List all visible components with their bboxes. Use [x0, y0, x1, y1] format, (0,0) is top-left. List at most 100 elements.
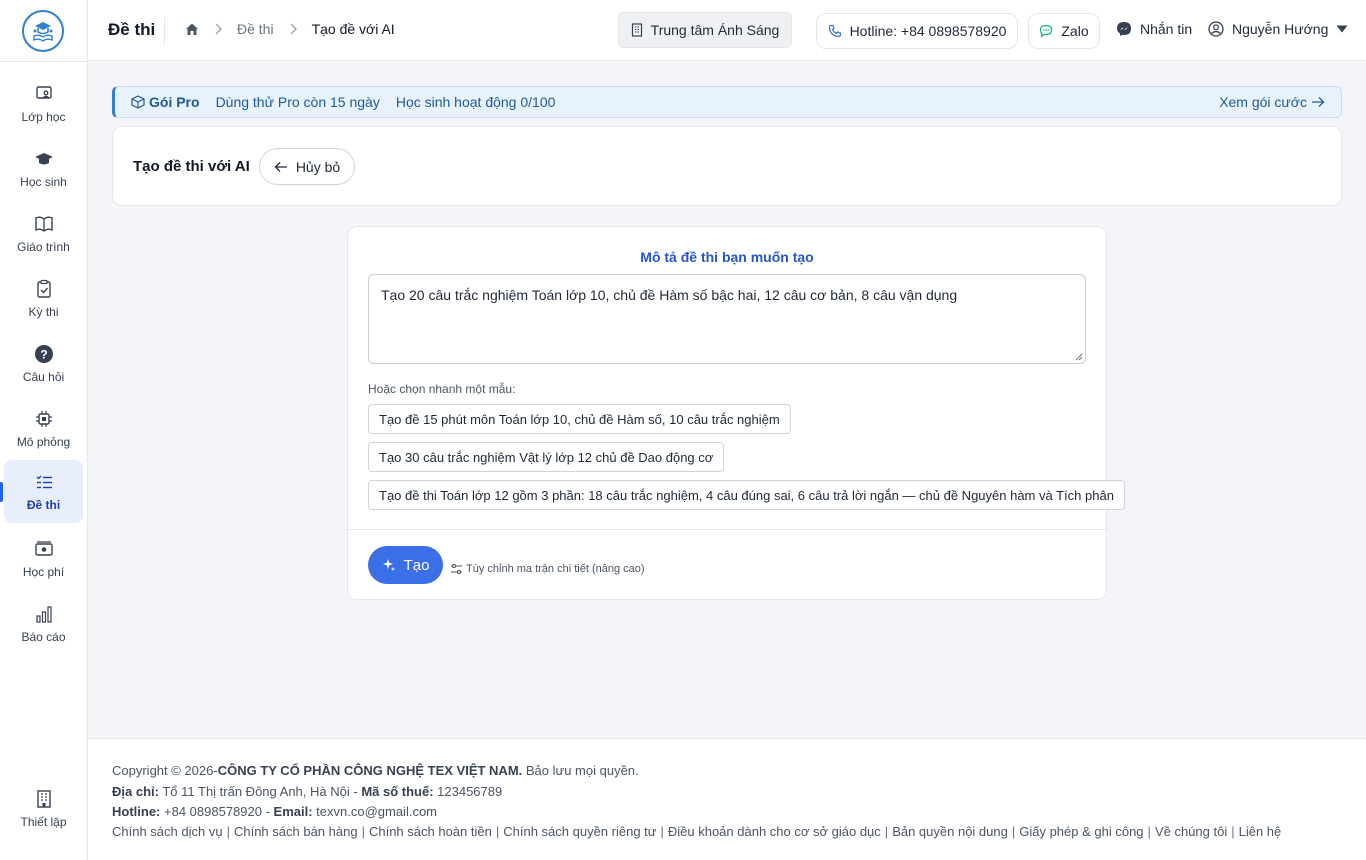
footer-email: texvn.co@gmail.com: [312, 804, 438, 819]
view-plans-link[interactable]: Xem gói cước: [1219, 94, 1325, 110]
list-icon: [36, 475, 52, 488]
sliders-icon: [451, 563, 462, 575]
sidebar-item-fees[interactable]: Học phí: [4, 527, 83, 590]
book-icon: [34, 216, 53, 232]
prompt-textarea[interactable]: Tạo 20 câu trắc nghiệm Toán lớp 10, chủ …: [368, 274, 1086, 364]
footer-link[interactable]: Về chúng tôi: [1155, 824, 1227, 839]
sidebar: Lớp học Học sinh Giáo trình Kỳ thi ? Câu…: [0, 0, 88, 860]
footer-link[interactable]: Giấy phép & ghi công: [1019, 824, 1143, 839]
form-heading: Mô tả đề thi bạn muốn tạo: [640, 249, 814, 265]
template-chip[interactable]: Tạo 30 câu trắc nghiệm Vật lý lớp 12 chủ…: [368, 442, 725, 472]
sidebar-item-simulation[interactable]: Mô phỏng: [4, 397, 83, 460]
chevron-right-icon: [290, 23, 297, 35]
footer-link[interactable]: Chính sách dịch vụ: [112, 824, 223, 839]
sidebar-item-questions[interactable]: ? Câu hỏi: [4, 332, 83, 395]
footer-links: Chính sách dịch vụ | Chính sách bán hàng |…: [112, 824, 1282, 839]
footer-hotline: +84 0898578920 -: [160, 804, 274, 819]
footer-link[interactable]: Điều khoản dành cho cơ sở giáo dục: [668, 824, 881, 839]
footer-address: Địa chỉ: Tổ 11 Thị trấn Đông Anh, Hà Nội…: [112, 784, 502, 799]
advanced-label: Tùy chỉnh ma trận chi tiết (nâng cao): [466, 563, 645, 575]
center-selector-button[interactable]: Trung tâm Ánh Sáng: [618, 12, 792, 48]
trial-status: Dùng thử Pro còn 15 ngày: [215, 94, 380, 110]
sidebar-item-label: Giáo trình: [17, 239, 70, 254]
rights-text: Bảo lưu mọi quyền.: [522, 763, 639, 778]
ai-exam-form: Mô tả đề thi bạn muốn tạo Tạo 20 câu trắ…: [347, 226, 1125, 600]
sidebar-item-exams[interactable]: Kỳ thi: [4, 267, 83, 330]
prompt-value: Tạo 20 câu trắc nghiệm Toán lớp 10, chủ …: [381, 287, 958, 303]
card-title: Tạo đề thi với AI: [133, 158, 250, 175]
breadcrumb: Đề thi Tạo đề với AI: [185, 21, 395, 37]
logo[interactable]: [22, 10, 64, 52]
arrow-left-icon: [274, 161, 287, 172]
sparkles-icon: [382, 559, 395, 571]
sidebar-item-tests[interactable]: Đề thi: [4, 460, 83, 523]
sidebar-item-students[interactable]: Học sinh: [4, 137, 83, 200]
address-text: Tổ 11 Thị trấn Đông Anh, Hà Nội -: [158, 784, 362, 799]
zalo-button[interactable]: Zalo: [1028, 13, 1100, 49]
sidebar-item-curriculum[interactable]: Giáo trình: [4, 202, 83, 265]
settings-label: Thiết lập: [20, 814, 67, 829]
home-icon[interactable]: [185, 22, 199, 36]
page-title-card: Tạo đề thi với AI Hủy bỏ: [112, 126, 1342, 206]
create-label: Tạo: [403, 556, 430, 574]
messenger-icon: [1117, 22, 1131, 36]
plan-name: Gói Pro: [149, 94, 200, 110]
hotline-button[interactable]: Hotline: +84 0898578920: [816, 13, 1018, 49]
sidebar-item-settings[interactable]: Thiết lập: [4, 777, 83, 840]
sidebar-item-label: Kỳ thi: [28, 304, 59, 319]
sidebar-item-label: Học phí: [22, 564, 65, 579]
footer-link[interactable]: Chính sách bán hàng: [234, 824, 358, 839]
phone-icon: [828, 24, 841, 38]
sidebar-item-reports[interactable]: Báo cáo: [4, 592, 83, 655]
resize-handle-icon[interactable]: [1075, 353, 1083, 361]
footer-link[interactable]: Chính sách hoàn tiền: [369, 824, 492, 839]
address-label: Địa chỉ:: [112, 784, 159, 799]
sidebar-item-classes[interactable]: Lớp học: [4, 72, 83, 135]
building-icon: [631, 23, 642, 37]
chevron-right-icon: [215, 23, 222, 35]
footer-link[interactable]: Bản quyền nội dung: [892, 824, 1008, 839]
tax-text: 123456789: [433, 784, 503, 799]
pro-plan-banner: Gói Pro Dùng thử Pro còn 15 ngày Học sin…: [112, 86, 1342, 118]
cancel-button[interactable]: Hủy bỏ: [259, 148, 355, 185]
chip-icon: [35, 410, 52, 427]
view-plans-label: Xem gói cước: [1219, 94, 1307, 110]
sidebar-item-label: Đề thi: [26, 497, 61, 512]
advanced-matrix-link[interactable]: Tùy chỉnh ma trận chi tiết (nâng cao): [450, 563, 645, 575]
chat-bubble-icon: [1040, 24, 1053, 38]
messenger-label: Nhắn tin: [1140, 21, 1193, 37]
breadcrumb-item[interactable]: Đề thi: [237, 21, 274, 37]
logo-icon: [33, 22, 53, 42]
breadcrumb-current: Tạo đề với AI: [311, 21, 395, 37]
caret-down-icon: [1336, 25, 1348, 33]
company-name: CÔNG TY CỔ PHẦN CÔNG NGHỆ TEX VIỆT NAM.: [217, 763, 523, 778]
template-chip[interactable]: Tạo đề thi Toán lớp 12 gồm 3 phần: 18 câ…: [368, 480, 1125, 510]
clipboard-check-icon: [36, 279, 51, 298]
page-title: Đề thi: [108, 20, 156, 39]
copyright-prefix: Copyright © 2026-: [112, 763, 218, 778]
footer-link[interactable]: Chính sách quyền riêng tư: [503, 824, 656, 839]
email-label: Email:: [273, 804, 313, 819]
user-name: Nguyễn Hướng: [1232, 21, 1329, 37]
user-circle-icon: [1208, 21, 1224, 37]
quick-template-label: Hoặc chọn nhanh một mẫu:: [368, 382, 516, 396]
money-icon: [34, 540, 53, 556]
template-chip[interactable]: Tạo đề 15 phút môn Toán lớp 10, chủ đề H…: [368, 404, 791, 434]
package-icon: [131, 95, 145, 109]
svg-text:?: ?: [40, 347, 47, 361]
footer-contact: Hotline: +84 0898578920 - Email: texvn.c…: [112, 804, 437, 819]
bar-chart-icon: [35, 605, 52, 623]
center-name: Trung tâm Ánh Sáng: [650, 22, 780, 38]
user-menu[interactable]: Nguyễn Hướng: [1208, 21, 1348, 37]
sidebar-item-label: Học sinh: [20, 174, 67, 189]
cancel-label: Hủy bỏ: [295, 158, 341, 175]
classroom-icon: [35, 85, 52, 99]
sidebar-item-label: Mô phỏng: [16, 434, 71, 449]
footer-link[interactable]: Liên hệ: [1239, 824, 1282, 839]
hotline-text: Hotline: +84 0898578920: [849, 23, 1007, 39]
top-header: Đề thi Đề thi Tạo đề với AI Trung tâm Án…: [88, 0, 1366, 61]
create-button[interactable]: Tạo: [368, 546, 443, 584]
footer-copyright: Copyright © 2026-CÔNG TY CỔ PHẦN CÔNG NG…: [112, 763, 639, 778]
tax-label: Mã số thuế:: [361, 784, 434, 799]
messenger-button[interactable]: Nhắn tin: [1116, 21, 1192, 37]
